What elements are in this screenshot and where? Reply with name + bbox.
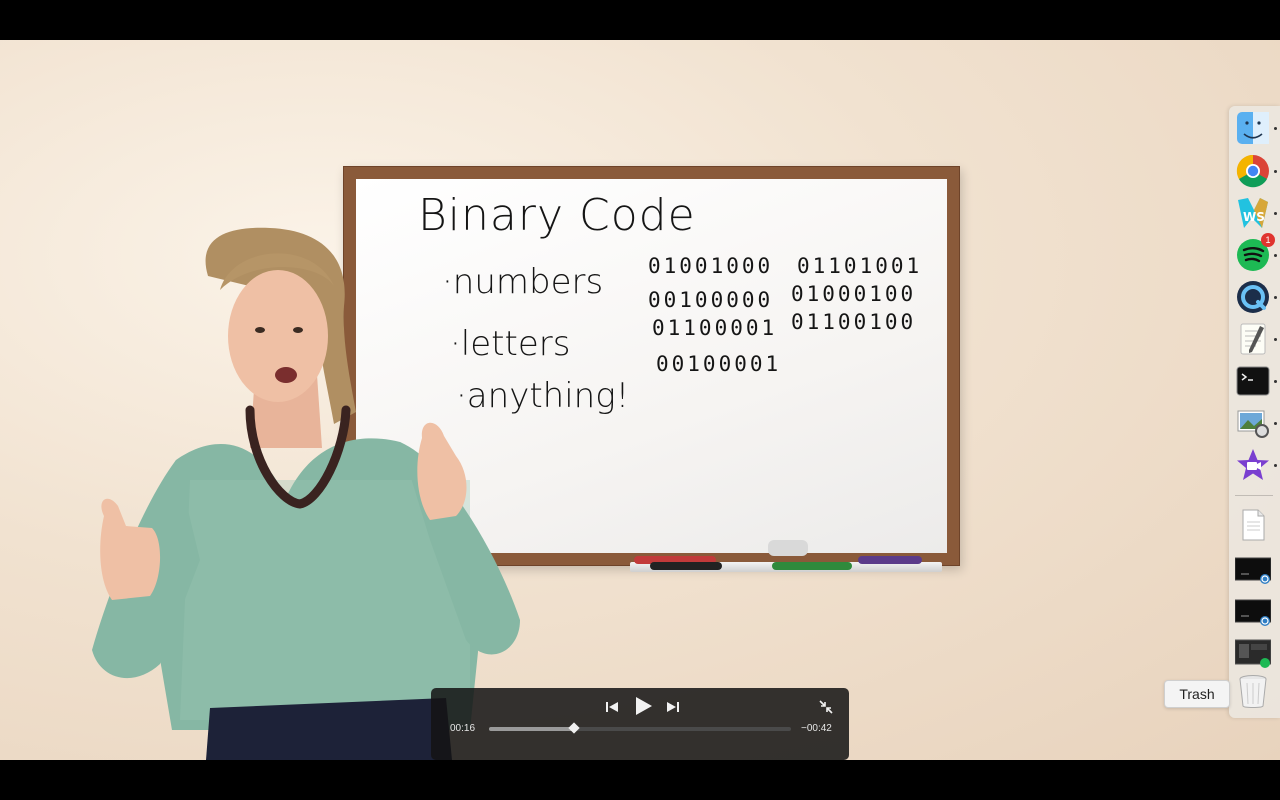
dock-running-indicator bbox=[1274, 212, 1277, 215]
dock-item-quicktime[interactable] bbox=[1235, 279, 1271, 315]
play-button[interactable] bbox=[630, 693, 656, 719]
dock-item-spotify[interactable]: 1 bbox=[1235, 233, 1275, 273]
dock-item-minimized-window-3[interactable] bbox=[1235, 635, 1271, 671]
dock-running-indicator bbox=[1274, 127, 1277, 130]
dock-running-indicator bbox=[1274, 254, 1277, 257]
dock-item-document[interactable] bbox=[1235, 507, 1271, 543]
skip-forward-icon bbox=[667, 702, 679, 712]
document-icon bbox=[1242, 509, 1265, 541]
dock-running-indicator bbox=[1274, 338, 1277, 341]
window-thumbnail-icon bbox=[1235, 557, 1271, 584]
dock-item-trash[interactable] bbox=[1235, 673, 1271, 709]
exit-fullscreen-button[interactable] bbox=[815, 696, 837, 718]
presenter bbox=[92, 227, 520, 760]
dock-separator bbox=[1235, 495, 1273, 496]
play-icon bbox=[636, 697, 652, 715]
dock-item-minimized-window-2[interactable] bbox=[1235, 593, 1271, 629]
dock-item-minimized-window-1[interactable] bbox=[1235, 551, 1271, 587]
progress-knob[interactable] bbox=[567, 722, 580, 734]
dock-item-imovie[interactable] bbox=[1235, 447, 1271, 483]
preview-icon bbox=[1237, 410, 1269, 438]
dock-item-terminal[interactable] bbox=[1235, 363, 1271, 399]
dock-running-indicator bbox=[1274, 464, 1277, 467]
window-thumbnail-icon bbox=[1235, 599, 1271, 626]
dock-running-indicator bbox=[1274, 380, 1277, 383]
video-controls: 00:16 −00:42 bbox=[431, 688, 849, 760]
dock-item-preview[interactable] bbox=[1235, 405, 1271, 441]
skip-forward-button[interactable] bbox=[662, 696, 684, 718]
dock-item-textedit[interactable] bbox=[1235, 321, 1271, 357]
imovie-icon bbox=[1237, 449, 1269, 480]
dock-item-webstorm[interactable]: WS bbox=[1235, 195, 1271, 231]
finder-icon bbox=[1237, 112, 1269, 144]
dock-item-chrome[interactable] bbox=[1235, 153, 1271, 189]
dock-item-finder[interactable] bbox=[1235, 110, 1271, 146]
skip-back-button[interactable] bbox=[601, 696, 623, 718]
video-frame[interactable]: Binary Code ·numbers ·letters ·anything!… bbox=[0, 40, 1280, 760]
terminal-icon bbox=[1236, 366, 1270, 396]
elapsed-time: 00:16 bbox=[450, 723, 476, 734]
webstorm-icon: WS bbox=[1238, 198, 1268, 228]
progress-fill bbox=[489, 727, 574, 731]
skip-back-icon bbox=[606, 702, 618, 712]
dock-running-indicator bbox=[1274, 296, 1277, 299]
dock-running-indicator bbox=[1274, 422, 1277, 425]
remaining-time: −00:42 bbox=[801, 723, 832, 734]
progress-scrubber[interactable] bbox=[489, 722, 791, 734]
dock-running-indicator bbox=[1274, 170, 1277, 173]
exit-fullscreen-icon bbox=[819, 700, 833, 714]
textedit-icon bbox=[1240, 323, 1266, 355]
letterbox-top bbox=[0, 0, 1280, 40]
quicktime-icon bbox=[1237, 281, 1269, 313]
letterbox-bottom bbox=[0, 760, 1280, 800]
notification-badge: 1 bbox=[1261, 233, 1275, 247]
svg-text:WS: WS bbox=[1243, 210, 1265, 224]
dock: WS 1 bbox=[1229, 106, 1280, 718]
trash-icon bbox=[1239, 675, 1267, 708]
dock-tooltip: Trash bbox=[1164, 680, 1230, 708]
chrome-icon bbox=[1236, 154, 1269, 188]
window-thumbnail-icon bbox=[1235, 639, 1271, 668]
